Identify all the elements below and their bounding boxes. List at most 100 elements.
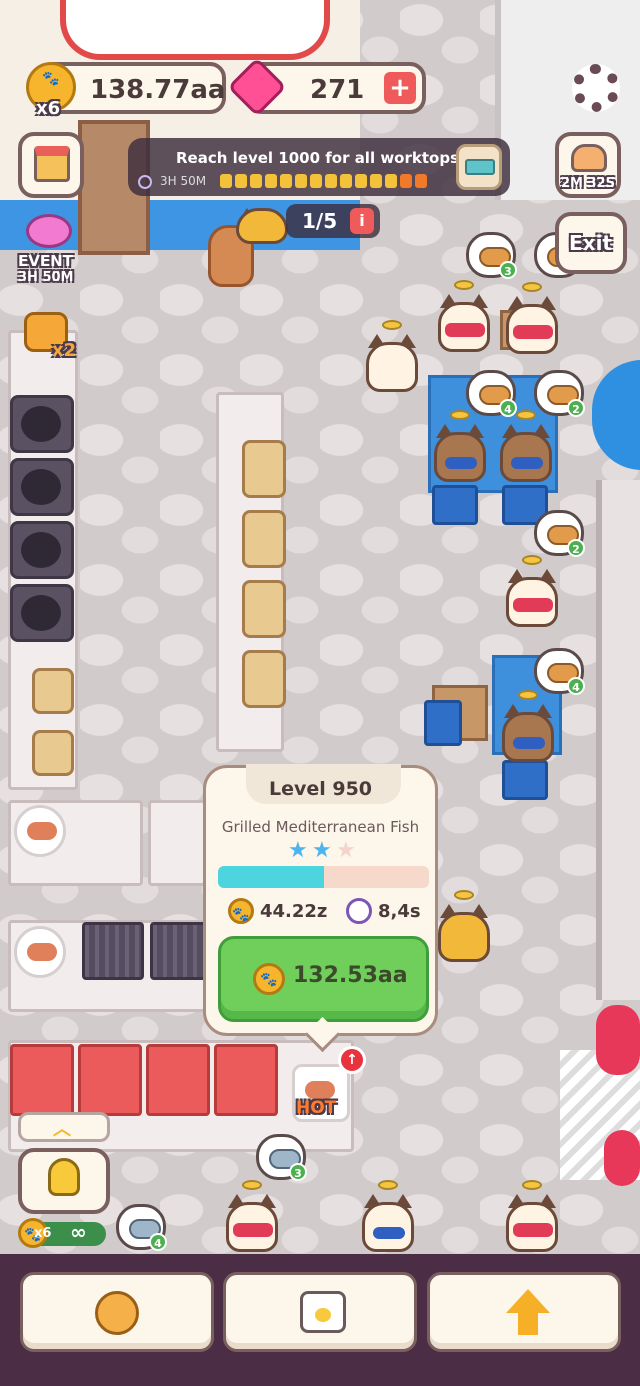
- cutting-board[interactable]: [242, 580, 286, 638]
- order-bubble: 3: [466, 232, 517, 279]
- level-progress-fill: [218, 866, 324, 888]
- frying-pan-station[interactable]: [10, 395, 74, 453]
- quest-title: Reach level 1000 for all worktops: [176, 149, 459, 167]
- frying-pan-station[interactable]: [10, 521, 74, 579]
- cutting-board[interactable]: [242, 510, 286, 568]
- upgrade-menu-button[interactable]: [427, 1272, 621, 1352]
- chair: [424, 700, 462, 746]
- popup-dish-name: Grilled Mediterranean Fish: [221, 818, 420, 836]
- fish-order-bubble: 3: [256, 1134, 307, 1181]
- shop-button[interactable]: [18, 132, 84, 198]
- hint-button[interactable]: [18, 1148, 110, 1214]
- chair: [432, 485, 478, 525]
- customer-cat[interactable]: [496, 690, 560, 764]
- quest-progress: [220, 174, 427, 188]
- awning: [60, 0, 330, 60]
- customer-cat[interactable]: [500, 282, 564, 356]
- event-label: EVENT: [18, 252, 73, 270]
- event-timer: 3H 50M: [18, 270, 74, 285]
- right-wall: [596, 480, 640, 1000]
- auto-multiplier: x6: [34, 1226, 52, 1241]
- event-button[interactable]: EVENT 3H 50M: [18, 214, 84, 288]
- customer-cat[interactable]: [432, 280, 496, 354]
- expand-button[interactable]: ︿: [18, 1112, 110, 1142]
- coin-icon: [253, 963, 285, 995]
- prep-board[interactable]: [32, 668, 74, 714]
- boost-label: x2: [52, 340, 77, 361]
- upgrade-cost: 132.53aa: [293, 963, 408, 988]
- infinity-icon: ∞: [70, 1220, 87, 1244]
- star-empty-icon: ★: [336, 838, 356, 863]
- frying-pan-station[interactable]: [10, 584, 74, 642]
- order-bubble: 4: [534, 648, 585, 695]
- level-counter-value: 1/5: [302, 209, 338, 233]
- shop-stall-icon: [34, 146, 70, 182]
- cutting-board[interactable]: [242, 440, 286, 498]
- bottom-bar: [0, 1254, 640, 1386]
- plus-icon[interactable]: +: [384, 72, 416, 104]
- level-counter[interactable]: 1/5 i: [286, 204, 380, 238]
- boost-button[interactable]: x2: [18, 298, 84, 366]
- coin-multiplier: x6: [36, 98, 61, 119]
- dish-plate: [14, 926, 66, 978]
- worktop-upgrade-popup: Level 950 Grilled Mediterranean Fish ★ ★…: [203, 764, 438, 1036]
- ticket-icon[interactable]: [456, 144, 502, 190]
- quest-timer: 3H 50M: [160, 174, 207, 188]
- flower-bush: [604, 1130, 640, 1186]
- sleeping-cat-icon: [571, 144, 607, 172]
- star-filled-icon: ★: [288, 838, 308, 863]
- customer-cat[interactable]: [356, 1180, 420, 1254]
- oven-station[interactable]: [214, 1044, 278, 1116]
- flower-bush: [596, 1005, 640, 1075]
- chair: [502, 760, 548, 800]
- customer-cat[interactable]: [494, 410, 558, 484]
- grill-station[interactable]: [82, 922, 144, 980]
- coin-icon: [228, 898, 254, 924]
- gear-icon[interactable]: [572, 64, 620, 112]
- customer-cat[interactable]: [428, 410, 492, 484]
- customer-cat[interactable]: [220, 1180, 284, 1254]
- yarn-button[interactable]: [20, 1272, 214, 1352]
- up-arrow-icon: [506, 1289, 550, 1313]
- chevron-up-icon: ︿: [53, 1119, 71, 1140]
- coin-amount: 138.77aa: [90, 75, 226, 105]
- clock-icon: [138, 175, 152, 189]
- exit-button[interactable]: Exit: [555, 212, 627, 274]
- yarn-ball-icon: [95, 1291, 139, 1335]
- offline-earnings-button[interactable]: 2M 32S: [555, 132, 621, 198]
- info-icon[interactable]: i: [350, 208, 374, 234]
- offline-timer: 2M 32S: [561, 176, 615, 191]
- fish-order-bubble: 4: [116, 1204, 167, 1251]
- donut-icon: [26, 214, 72, 248]
- customer-cat[interactable]: [500, 555, 564, 629]
- frying-pan-station[interactable]: [10, 458, 74, 516]
- knife-counter[interactable]: [148, 800, 208, 886]
- lightbulb-icon: [48, 1158, 80, 1196]
- auto-boost-badge[interactable]: x6 ∞: [18, 1218, 106, 1248]
- dish-plate: [14, 805, 66, 857]
- prep-board[interactable]: [32, 730, 74, 776]
- oven-station[interactable]: [10, 1044, 74, 1116]
- hot-label: HOT: [296, 1098, 337, 1118]
- level-progress-bar: [218, 866, 429, 888]
- manager-cat[interactable]: [230, 194, 288, 244]
- outfit-button[interactable]: [223, 1272, 417, 1352]
- shirt-icon: [300, 1291, 346, 1333]
- customer-cat[interactable]: [500, 1180, 564, 1254]
- order-bubble: 2: [534, 510, 585, 557]
- popup-level: Level 950: [268, 778, 373, 800]
- star-filled-icon: ★: [312, 838, 332, 863]
- oven-station[interactable]: [146, 1044, 210, 1116]
- order-bubble: 4: [466, 370, 517, 417]
- order-bubble: 2: [534, 370, 585, 417]
- cook-time-value: 8,4s: [378, 901, 421, 922]
- level-up-arrow-icon[interactable]: ↑: [338, 1046, 366, 1074]
- upgrade-button[interactable]: 132.53aa: [218, 936, 429, 1022]
- waiter-cat[interactable]: [360, 320, 424, 394]
- oven-station[interactable]: [78, 1044, 142, 1116]
- income-value: 44.22z: [260, 901, 328, 922]
- gem-amount: 271: [310, 75, 365, 105]
- chef-cat[interactable]: [432, 890, 496, 964]
- cutting-board[interactable]: [242, 650, 286, 708]
- quest-banner[interactable]: Reach level 1000 for all worktops 3H 50M: [128, 138, 510, 196]
